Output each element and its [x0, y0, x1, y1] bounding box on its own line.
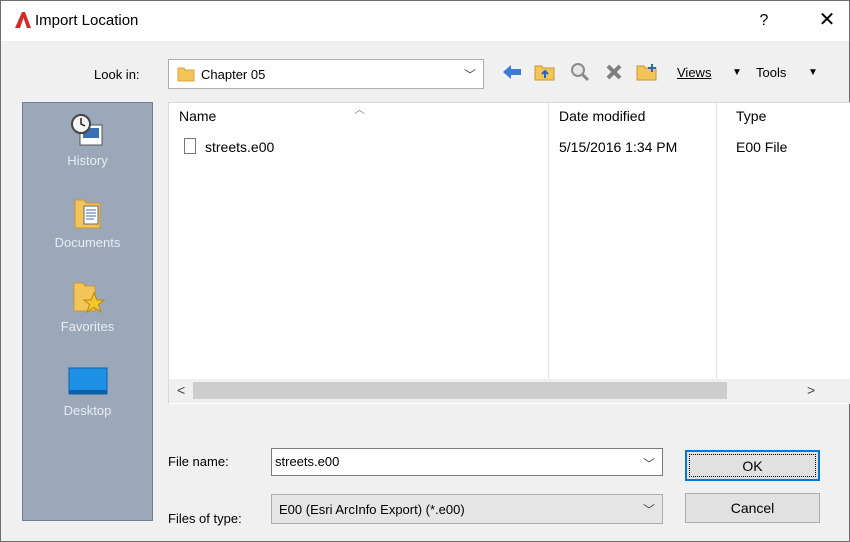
close-button[interactable]: ✕ — [809, 7, 845, 33]
back-arrow-icon[interactable] — [501, 61, 523, 83]
help-button[interactable]: ? — [746, 9, 782, 33]
desktop-icon — [68, 361, 108, 401]
cancel-button[interactable]: Cancel — [685, 493, 820, 523]
files-of-type-dropdown[interactable]: E00 (Esri ArcInfo Export) (*.e00) ﹀ — [271, 494, 663, 524]
place-documents-label: Documents — [54, 235, 121, 250]
column-header-date-modified[interactable]: Date modified — [559, 108, 645, 124]
folder-icon — [177, 67, 195, 82]
place-desktop[interactable]: Desktop — [23, 361, 152, 418]
file-name-label: File name: — [168, 454, 229, 469]
place-documents[interactable]: Documents — [23, 193, 152, 250]
new-folder-icon[interactable] — [636, 61, 658, 83]
views-dropdown-arrow-icon[interactable]: ▼ — [732, 67, 742, 78]
file-name-value: streets.e00 — [275, 454, 340, 469]
tools-dropdown-arrow-icon[interactable]: ▼ — [808, 67, 818, 78]
scrollbar-thumb[interactable] — [193, 382, 727, 399]
ok-button-label: OK — [742, 458, 763, 474]
title-bar: Import Location ? ✕ — [1, 1, 849, 41]
place-favorites[interactable]: Favorites — [23, 277, 152, 334]
scroll-left-icon[interactable]: < — [177, 382, 185, 398]
file-name-input[interactable]: streets.e00 ﹀ — [271, 448, 663, 476]
autocad-logo-icon — [15, 12, 31, 28]
file-row-date: 5/15/2016 1:34 PM — [559, 139, 678, 155]
files-of-type-value: E00 (Esri ArcInfo Export) (*.e00) — [279, 502, 465, 517]
place-desktop-label: Desktop — [63, 403, 112, 418]
place-history[interactable]: History — [23, 111, 152, 168]
search-web-icon[interactable] — [569, 61, 591, 83]
file-list[interactable]: ︿ Name Date modified Type streets.e00 5/… — [168, 102, 850, 404]
cancel-button-label: Cancel — [730, 500, 775, 516]
ok-button[interactable]: OK — [685, 450, 820, 481]
window-title: Import Location — [35, 12, 139, 29]
tools-menu[interactable]: Tools — [756, 65, 786, 80]
column-header-type[interactable]: Type — [736, 108, 766, 124]
up-folder-icon[interactable] — [534, 61, 556, 83]
column-divider[interactable] — [548, 103, 549, 379]
file-row-name[interactable]: streets.e00 — [205, 139, 274, 155]
places-bar: History Documents Favorites Desktop — [22, 102, 153, 521]
views-menu[interactable]: Views — [677, 65, 711, 80]
favorites-icon — [68, 277, 108, 317]
sort-ascending-icon: ︿ — [354, 104, 365, 116]
place-history-label: History — [67, 153, 108, 168]
files-of-type-label: Files of type: — [168, 511, 242, 526]
file-icon — [184, 138, 196, 154]
delete-icon[interactable] — [603, 61, 625, 83]
chevron-down-icon[interactable]: ﹀ — [643, 455, 655, 472]
look-in-value: Chapter 05 — [201, 67, 266, 82]
column-divider[interactable] — [716, 103, 717, 379]
horizontal-scrollbar[interactable]: < > — [169, 379, 850, 403]
history-icon — [68, 111, 108, 151]
chevron-down-icon: ﹀ — [642, 503, 655, 517]
import-location-dialog: Import Location ? ✕ Look in: Chapter 05 … — [0, 0, 850, 542]
chevron-down-icon: ﹀ — [463, 68, 476, 82]
documents-icon — [68, 193, 108, 233]
column-header-name[interactable]: Name — [179, 108, 216, 124]
place-favorites-label: Favorites — [60, 319, 115, 334]
file-row-type: E00 File — [736, 139, 788, 155]
scroll-right-icon[interactable]: > — [807, 382, 815, 398]
look-in-dropdown[interactable]: Chapter 05 ﹀ — [168, 59, 484, 89]
look-in-label: Look in: — [94, 67, 140, 82]
